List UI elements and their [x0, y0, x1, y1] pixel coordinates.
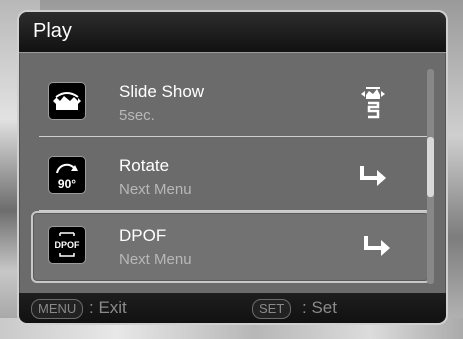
menu-item-value: Next Menu: [119, 251, 192, 268]
set-hint-text: : Set: [302, 298, 337, 317]
dpof-icon: DPOF: [49, 227, 85, 263]
menu-item-label: Slide Show: [119, 82, 205, 101]
exit-hint-text: : Exit: [89, 298, 127, 317]
rotate-icon-label: 90°: [58, 177, 76, 191]
menu-list: Slide Show 5sec. 90° Rotate Next Menu DP…: [19, 53, 446, 283]
menu-scrollbar[interactable]: [427, 69, 434, 284]
menu-item-label: Rotate: [119, 156, 170, 175]
menu-footer: MENU : Exit SET : Set: [19, 293, 446, 323]
menu-item-label: DPOF: [119, 226, 167, 245]
menu-item-value: Next Menu: [119, 181, 192, 198]
menu-header: Play: [19, 12, 446, 53]
menu-item-rotate[interactable]: 90° Rotate Next Menu: [31, 141, 427, 211]
set-button-hint[interactable]: SET: [252, 299, 292, 319]
next-menu-arrow-icon: [359, 229, 395, 263]
slideshow-icon: [49, 83, 85, 119]
slideshow-interval-icon: [355, 85, 391, 119]
scrollbar-thumb[interactable]: [427, 137, 434, 197]
menu-item-value: 5sec.: [119, 107, 155, 124]
menu-title: Play: [33, 20, 72, 42]
rotate-90-icon: 90°: [49, 157, 85, 193]
dpof-icon-label: DPOF: [54, 240, 80, 250]
menu-item-dpof[interactable]: DPOF DPOF Next Menu: [31, 211, 431, 283]
play-menu-panel: Play Slide Show 5sec. 90° Rotate Next Me…: [17, 10, 448, 325]
menu-button-hint[interactable]: MENU: [31, 299, 84, 319]
next-menu-arrow-icon: [355, 159, 391, 193]
menu-item-slide-show[interactable]: Slide Show 5sec.: [31, 67, 427, 137]
